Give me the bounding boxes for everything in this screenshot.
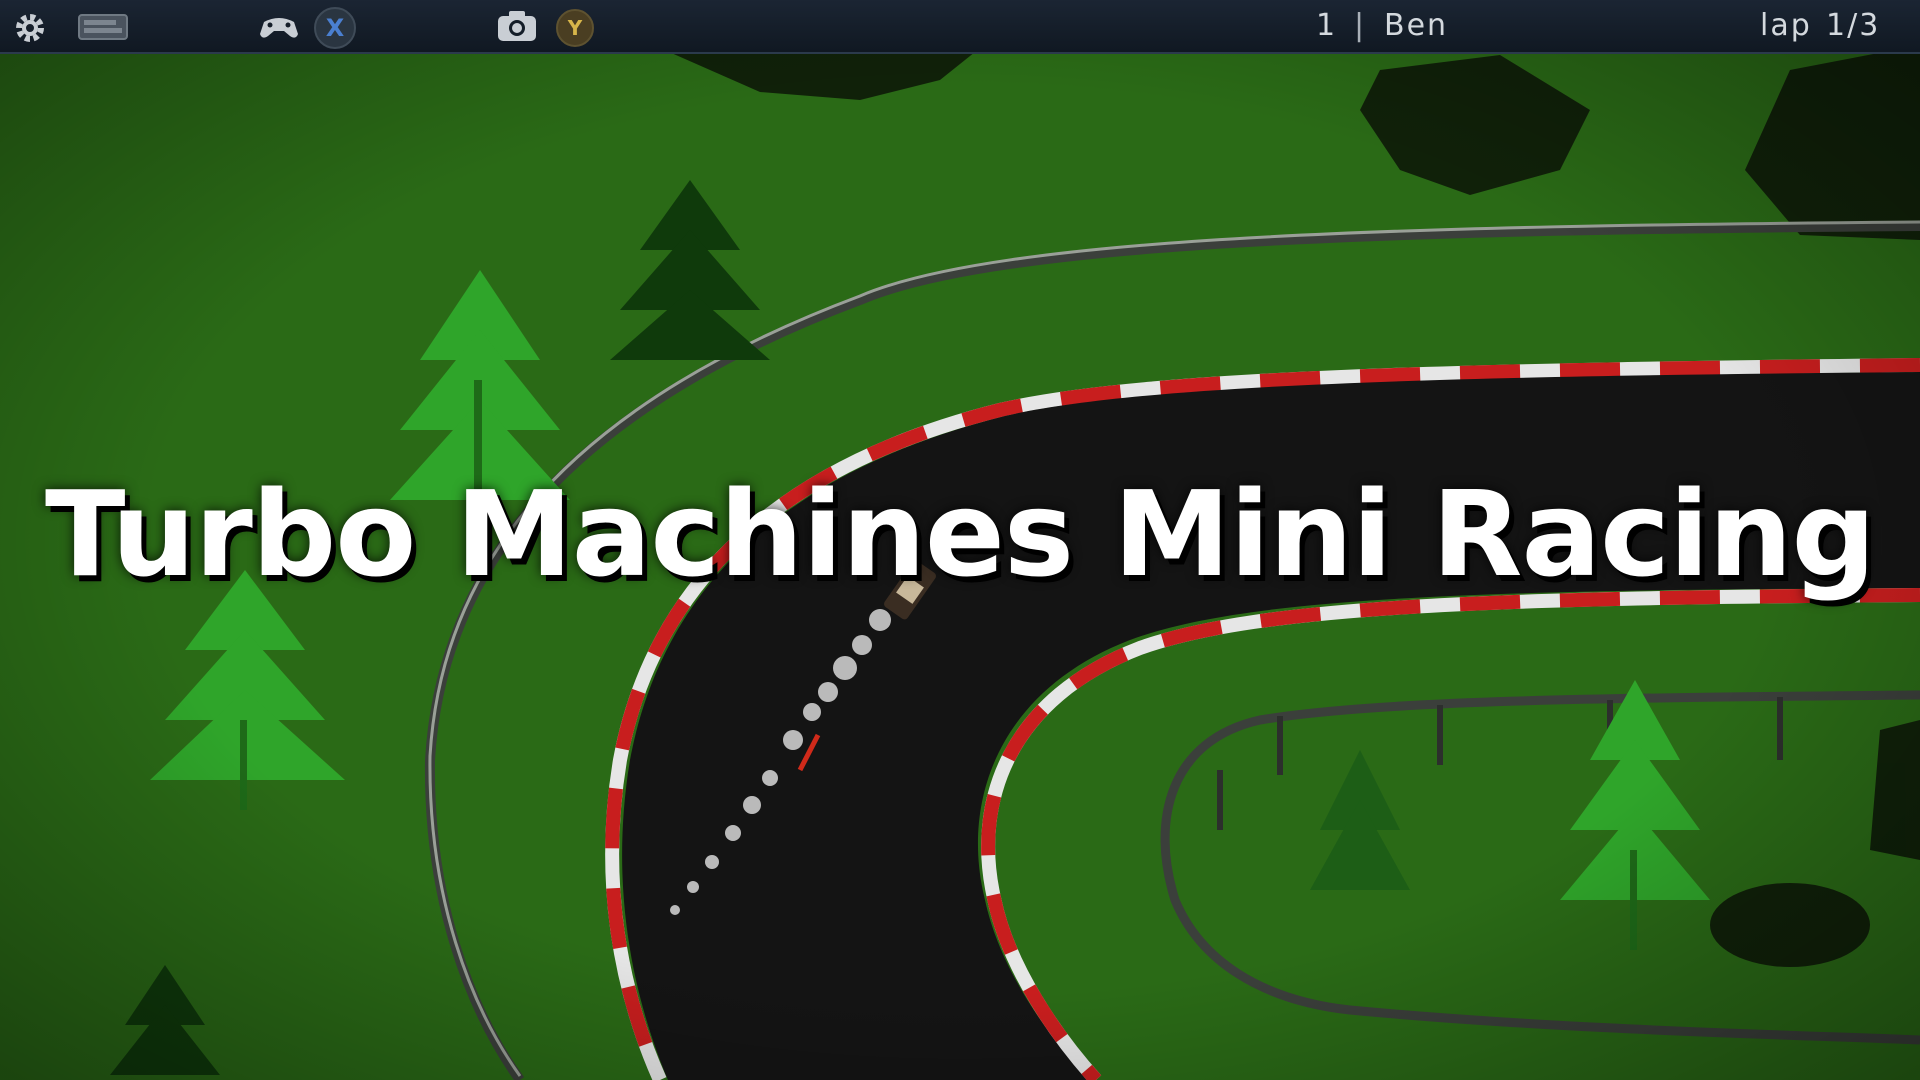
gamepad-icon[interactable] <box>258 12 300 42</box>
hud-bar: X Y 1 | Ben lap 1/3 <box>0 0 1920 54</box>
x-button-icon[interactable]: X <box>314 7 356 49</box>
position-separator: | <box>1354 8 1367 43</box>
player-name: Ben <box>1384 8 1449 43</box>
keyboard-icon[interactable] <box>78 13 128 41</box>
lap-label: lap <box>1760 8 1812 43</box>
gear-icon[interactable] <box>12 10 48 46</box>
game-title: Turbo Machines Mini Racing <box>45 465 1876 603</box>
lap-counter: 1/3 <box>1826 8 1881 43</box>
y-button-icon[interactable]: Y <box>556 9 594 47</box>
race-position: 1 <box>1316 8 1338 43</box>
camera-icon[interactable] <box>496 9 538 43</box>
